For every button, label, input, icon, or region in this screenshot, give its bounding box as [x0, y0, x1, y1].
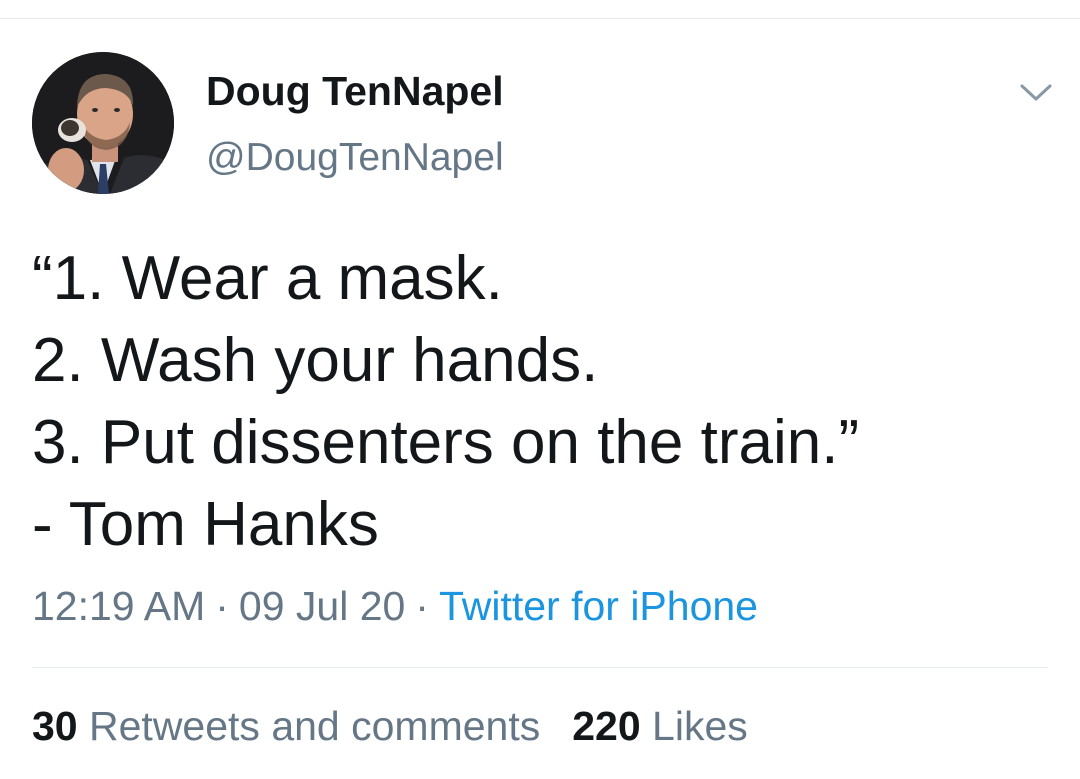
stats-divider — [32, 667, 1048, 668]
profile-photo-icon — [32, 52, 174, 194]
chevron-down-icon — [1020, 84, 1052, 101]
tweet-line: 3. Put dissenters on the train.” — [32, 408, 860, 477]
retweets-count: 30 — [32, 703, 78, 749]
tweet-line: “1. Wear a mask. — [32, 244, 503, 313]
meta-separator: · — [415, 583, 429, 629]
avatar[interactable] — [32, 52, 174, 194]
tweet-stats: 30 Retweets and comments 220 Likes — [32, 703, 748, 750]
likes-count: 220 — [572, 703, 641, 749]
tweet-text: “1. Wear a mask. 2. Wash your hands. 3. … — [32, 238, 1042, 566]
likes-label: Likes — [652, 703, 748, 749]
meta-separator: · — [215, 583, 229, 629]
retweets-stat[interactable]: 30 Retweets and comments — [32, 703, 540, 750]
top-divider — [0, 18, 1080, 19]
tweet-menu-button[interactable] — [1016, 74, 1056, 110]
tweet-date[interactable]: 09 Jul 20 — [239, 583, 405, 629]
likes-stat[interactable]: 220 Likes — [572, 703, 748, 750]
tweet-metadata: 12:19 AM · 09 Jul 20 · Twitter for iPhone — [32, 583, 758, 630]
tweet-line: - Tom Hanks — [32, 490, 379, 559]
author-handle[interactable]: @DougTenNapel — [206, 136, 504, 180]
tweet-line: 2. Wash your hands. — [32, 326, 599, 395]
tweet-source-link[interactable]: Twitter for iPhone — [439, 583, 758, 629]
retweets-label: Retweets and comments — [89, 703, 541, 749]
author-display-name[interactable]: Doug TenNapel — [206, 68, 504, 115]
tweet-time[interactable]: 12:19 AM — [32, 583, 205, 629]
